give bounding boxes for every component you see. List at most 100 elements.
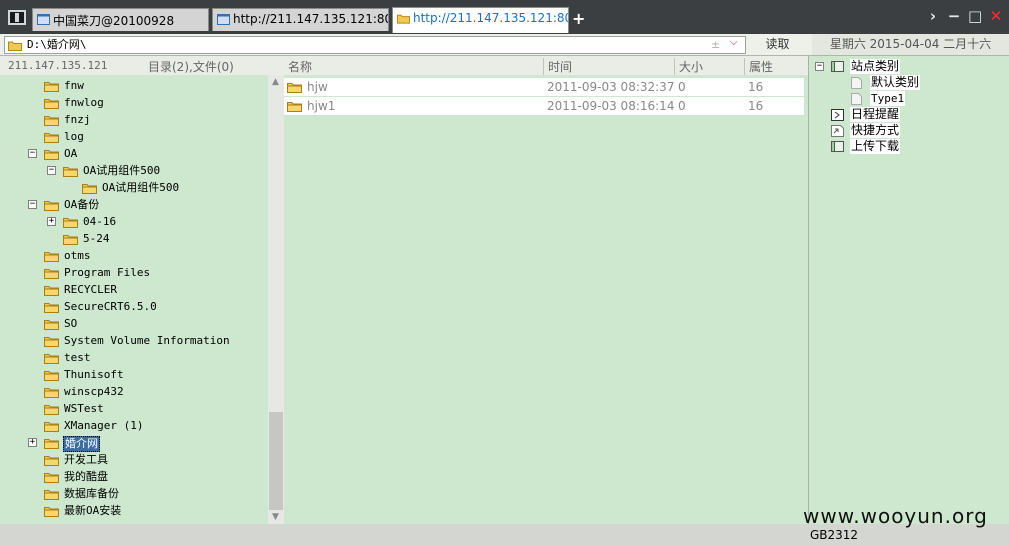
column-time[interactable]: 时间	[543, 58, 674, 75]
calendar-icon	[831, 109, 844, 121]
tree-item-label: 婚介网	[63, 436, 100, 452]
tree-item[interactable]: XManager (1)	[0, 418, 268, 435]
tree-item[interactable]: +04-16	[0, 214, 268, 231]
site-tree-label: 日程提醒	[850, 107, 901, 122]
history-icon[interactable]: ±	[711, 38, 720, 51]
site-tree-label: 上传下载	[850, 139, 901, 154]
folder-icon	[44, 199, 59, 214]
tree-item[interactable]: SO	[0, 316, 268, 333]
scroll-down-icon[interactable]: ▼	[272, 512, 279, 522]
file-attr: 16	[748, 99, 764, 113]
site-tree-item[interactable]: 上传下载	[809, 139, 1009, 155]
tab-label: http://211.147.135.121:8086...	[233, 12, 388, 26]
site-tree-label: 站点类别	[850, 59, 901, 74]
app-menu-icon[interactable]	[8, 10, 26, 25]
tab-caidao[interactable]: 中国菜刀@20100928	[32, 8, 209, 31]
folder-icon	[44, 80, 59, 95]
collapse-icon[interactable]: −	[28, 200, 37, 209]
tree-scrollbar[interactable]: ▲ ▼	[268, 75, 284, 524]
site-tree-item[interactable]: − 站点类别	[809, 59, 1009, 75]
tree-item[interactable]: 5-24	[0, 231, 268, 248]
folder-icon	[82, 182, 97, 197]
tree-item[interactable]: SecureCRT6.5.0	[0, 299, 268, 316]
expand-icon[interactable]: +	[28, 438, 37, 447]
file-size: 0	[678, 80, 686, 94]
chevron-down-icon[interactable]: ⌵	[730, 37, 738, 48]
folder-icon	[44, 386, 59, 401]
column-size[interactable]: 大小	[674, 58, 744, 75]
folder-icon	[44, 114, 59, 129]
tree-item[interactable]: fnwlog	[0, 95, 268, 112]
chevron-right-icon[interactable]: ›	[926, 7, 940, 25]
folder-icon	[44, 267, 59, 282]
tree-item-label: 最新OA安装	[64, 504, 122, 517]
tree-item[interactable]: 最新OA安装	[0, 503, 268, 520]
tree-item[interactable]: 我的酷盘	[0, 469, 268, 486]
tree-item[interactable]: OA试用组件500	[0, 180, 268, 197]
read-button[interactable]: 读取	[750, 35, 805, 55]
host-label: 211.147.135.121	[8, 59, 108, 72]
tree-item[interactable]: Thunisoft	[0, 367, 268, 384]
file-time: 2011-09-03 08:16:14	[547, 99, 675, 113]
site-tree-item[interactable]: 日程提醒	[809, 107, 1009, 123]
file-row[interactable]: hjw1 2011-09-03 08:16:14 0 16	[284, 97, 804, 115]
tab-remote-1[interactable]: http://211.147.135.121:8086...	[212, 8, 389, 31]
maximize-button[interactable]: □	[968, 7, 982, 25]
tree-item-label: 数据库备份	[64, 487, 119, 500]
tree-item[interactable]: − OA备份	[0, 197, 268, 214]
folder-icon	[44, 335, 59, 350]
tree-item[interactable]: 开发工具	[0, 452, 268, 469]
tree-item[interactable]: + 婚介网	[0, 435, 268, 452]
scroll-thumb[interactable]	[269, 412, 283, 510]
collapse-icon[interactable]: −	[28, 149, 37, 158]
tree-item[interactable]: 数据库备份	[0, 486, 268, 503]
directory-header: 211.147.135.121 目录(2),文件(0)	[0, 56, 284, 75]
column-name[interactable]: 名称	[284, 58, 543, 75]
item-count: 目录(2),文件(0)	[148, 60, 234, 74]
tree-item-label: 开发工具	[64, 453, 108, 466]
folder-icon	[287, 100, 302, 115]
tree-item[interactable]: − OA试用组件500	[0, 163, 268, 180]
tab-label: http://211.147.135.121:8086...	[413, 11, 568, 25]
folder-icon	[44, 420, 59, 435]
tree-item[interactable]: otms	[0, 248, 268, 265]
scroll-up-icon[interactable]: ▲	[272, 77, 279, 87]
tree-item[interactable]: System Volume Information	[0, 333, 268, 350]
site-tree-label: 默认类别	[870, 75, 921, 90]
expand-icon[interactable]: +	[47, 217, 56, 226]
collapse-icon[interactable]: −	[47, 166, 56, 175]
path-input[interactable]: D:\婚介网\	[4, 36, 746, 54]
folder-icon	[44, 148, 59, 163]
tree-item[interactable]: winscp432	[0, 384, 268, 401]
window-icon	[217, 14, 230, 25]
site-tree-item[interactable]: Type1	[809, 91, 1009, 107]
tree-item[interactable]: WSTest	[0, 401, 268, 418]
folder-icon	[44, 471, 59, 486]
tree-item-label: RECYCLER	[64, 283, 117, 296]
tree-item[interactable]: test	[0, 350, 268, 367]
minimize-button[interactable]: −	[947, 7, 961, 25]
window-controls: › − □ ✕	[926, 6, 1003, 26]
close-button[interactable]: ✕	[989, 7, 1003, 25]
site-tree-item[interactable]: 快捷方式	[809, 123, 1009, 139]
tree-item[interactable]: RECYCLER	[0, 282, 268, 299]
tree-item[interactable]: fnw	[0, 78, 268, 95]
collapse-icon[interactable]: −	[815, 62, 824, 71]
tree-item[interactable]: log	[0, 129, 268, 146]
tree-item[interactable]: − OA	[0, 146, 268, 163]
file-row[interactable]: hjw 2011-09-03 08:32:37 0 16	[284, 78, 804, 96]
tree-item[interactable]: Program Files	[0, 265, 268, 282]
folder-icon	[63, 165, 78, 180]
folder-icon	[287, 81, 302, 96]
site-tree-item[interactable]: 默认类别	[809, 75, 1009, 91]
folder-icon	[44, 488, 59, 503]
column-attr[interactable]: 属性	[744, 58, 804, 75]
directory-tree: fnw fnwlog fnzj log − OA − OA试用组件500 OA试用组件500− O…	[0, 75, 268, 524]
path-value: D:\婚介网\	[27, 38, 87, 51]
tree-item-label: fnzj	[64, 113, 91, 126]
tab-remote-2-active[interactable]: http://211.147.135.121:8086...	[392, 7, 569, 33]
new-tab-button[interactable]: +	[572, 9, 585, 28]
date-display: 星期六 2015-04-04 二月十六	[812, 34, 1009, 55]
tree-item[interactable]: fnzj	[0, 112, 268, 129]
folder-icon	[63, 233, 78, 248]
